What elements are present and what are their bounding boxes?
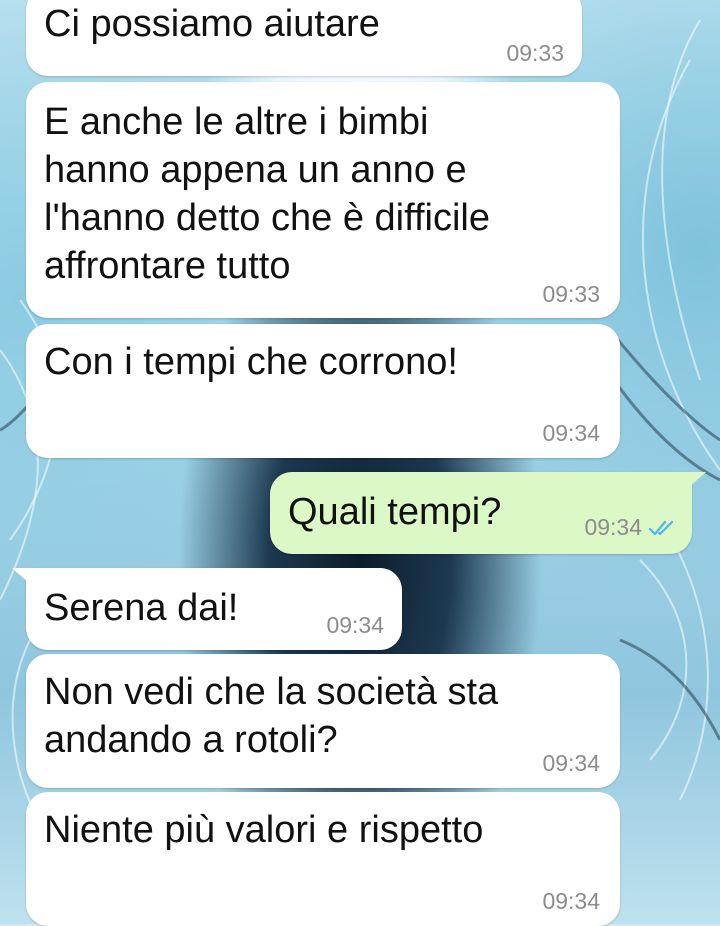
message-text: Quali tempi? [288, 491, 502, 533]
message-bubble-incoming[interactable]: Ci possiamo aiutare 09:33 [26, 0, 582, 76]
message-timestamp: 09:34 [584, 514, 678, 542]
message-text: Con i tempi che corrono! [44, 341, 458, 383]
message-timestamp: 09:33 [506, 40, 564, 66]
message-bubble-incoming[interactable]: Con i tempi che corrono! 09:34 [26, 324, 620, 458]
message-text: Serena dai! [44, 587, 239, 629]
message-timestamp: 09:34 [542, 420, 600, 446]
message-bubble-incoming[interactable]: E anche le altre i bimbi hanno appena un… [26, 82, 620, 318]
message-timestamp: 09:34 [542, 750, 600, 776]
message-timestamp: 09:34 [326, 612, 384, 638]
double-check-read-icon [648, 516, 678, 542]
bubble-tail-outgoing [688, 472, 706, 488]
message-bubble-incoming[interactable]: Serena dai! 09:34 [26, 568, 402, 650]
message-bubble-outgoing[interactable]: Quali tempi? 09:34 [270, 472, 692, 554]
message-text: Ci possiamo aiutare [44, 3, 380, 45]
message-bubble-incoming[interactable]: Niente più valori e rispetto 09:34 [26, 792, 620, 926]
message-text: E anche le altre i bimbi hanno appena un… [44, 101, 490, 287]
message-timestamp: 09:33 [542, 281, 600, 307]
message-timestamp: 09:34 [542, 888, 600, 914]
bubble-tail-incoming [12, 568, 30, 584]
message-bubble-incoming[interactable]: Non vedi che la società sta andando a ro… [26, 654, 620, 788]
message-time-value: 09:34 [584, 514, 642, 540]
message-text: Non vedi che la società sta andando a ro… [44, 671, 499, 761]
message-text: Niente più valori e rispetto [44, 809, 484, 851]
